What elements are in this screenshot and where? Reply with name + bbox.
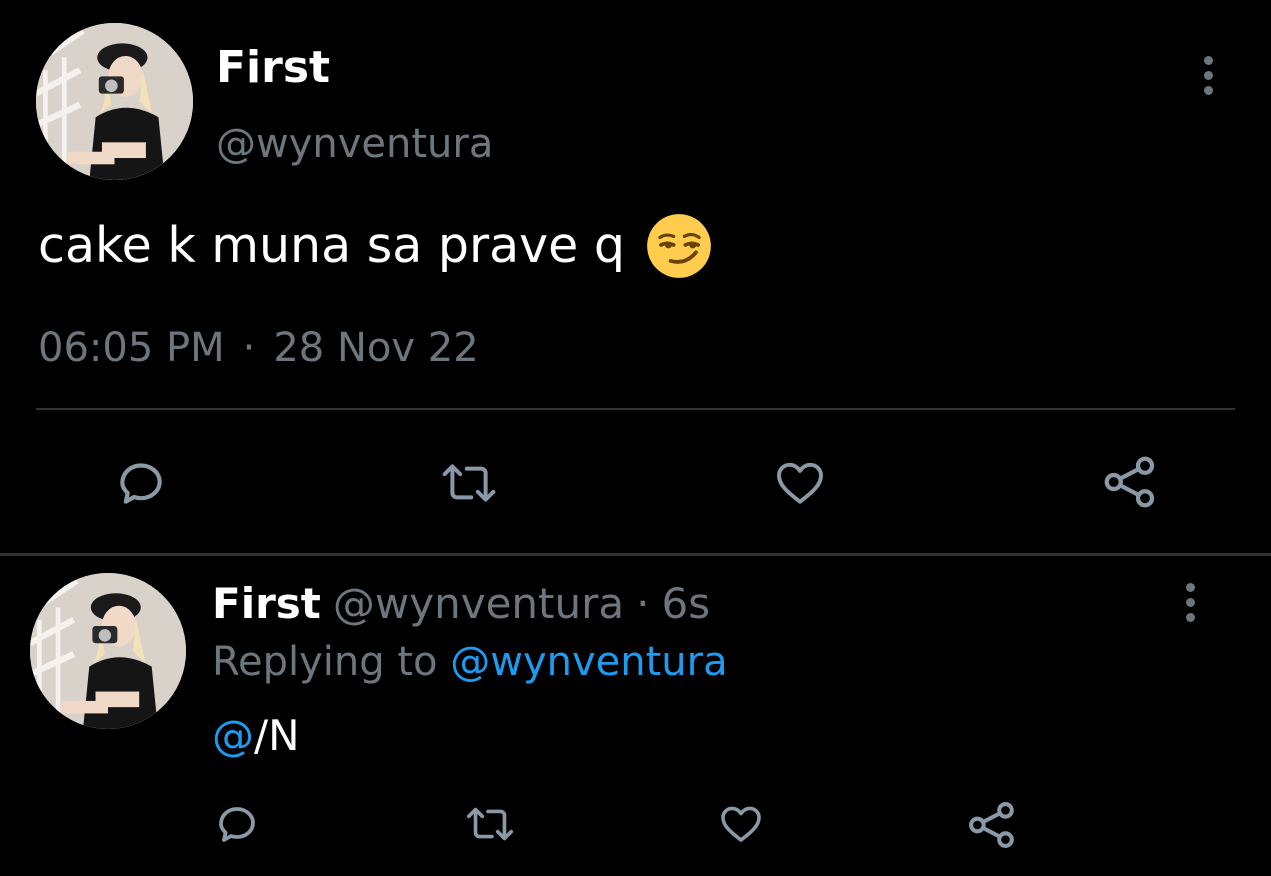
tweet-timestamp[interactable]: 06:05 PM · 28 Nov 22 xyxy=(38,320,479,376)
author-handle[interactable]: @wynventura xyxy=(216,118,493,170)
vertical-ellipsis-icon xyxy=(1185,582,1195,592)
reply-retweet-button[interactable] xyxy=(463,800,517,848)
profile-photo-image xyxy=(30,573,186,729)
comment-icon xyxy=(219,807,255,842)
profile-photo-image xyxy=(36,23,193,180)
separator-dot: · xyxy=(242,325,256,371)
replying-to-mention-link[interactable]: @wynventura xyxy=(450,639,727,685)
like-button[interactable] xyxy=(770,455,830,511)
heart-icon xyxy=(777,462,823,504)
reply-avatar[interactable] xyxy=(30,573,186,729)
replying-to-line: Replying to @wynventura xyxy=(212,634,728,690)
share-button[interactable] xyxy=(1100,452,1160,512)
reply-text-content: /N xyxy=(254,711,300,760)
tweet-text-content: cake k muna sa prave q xyxy=(38,217,625,274)
reply-more-options-button[interactable] xyxy=(1170,572,1210,632)
share-icon xyxy=(969,802,1014,848)
reply-button[interactable] xyxy=(113,455,169,511)
reply-author-display-name[interactable]: First xyxy=(212,579,321,628)
separator-dot: · xyxy=(636,579,650,628)
avatar[interactable] xyxy=(36,23,193,180)
comment-icon xyxy=(120,463,162,504)
section-divider xyxy=(0,553,1271,556)
retweet-icon xyxy=(466,807,514,841)
reply-like-button[interactable] xyxy=(715,800,767,848)
reply-reply-button[interactable] xyxy=(213,800,261,848)
tweet-time: 06:05 PM xyxy=(38,325,225,371)
heart-icon xyxy=(721,806,761,842)
reply-text-mention[interactable]: @ xyxy=(212,711,254,760)
retweet-icon xyxy=(442,464,496,502)
share-icon xyxy=(1104,456,1155,508)
divider xyxy=(36,408,1235,410)
tweet-text: cake k muna sa prave q xyxy=(38,212,713,280)
reply-relative-time[interactable]: 6s xyxy=(661,579,710,628)
reply-text: @/N xyxy=(212,708,300,764)
replying-to-prefix: Replying to xyxy=(212,639,438,685)
reply-author-handle[interactable]: @wynventura xyxy=(333,579,624,628)
main-tweet: First @wynventura cake k muna sa prave q… xyxy=(0,0,1271,553)
reply-share-button[interactable] xyxy=(965,798,1019,852)
smirking-face-icon xyxy=(645,212,713,280)
more-options-button[interactable] xyxy=(1188,45,1228,105)
retweet-button[interactable] xyxy=(438,455,500,511)
author-display-name[interactable]: First xyxy=(216,40,330,96)
reply-header: First @wynventura · 6s xyxy=(212,576,710,632)
tweet-date: 28 Nov 22 xyxy=(273,325,479,371)
vertical-ellipsis-icon xyxy=(1203,55,1213,65)
